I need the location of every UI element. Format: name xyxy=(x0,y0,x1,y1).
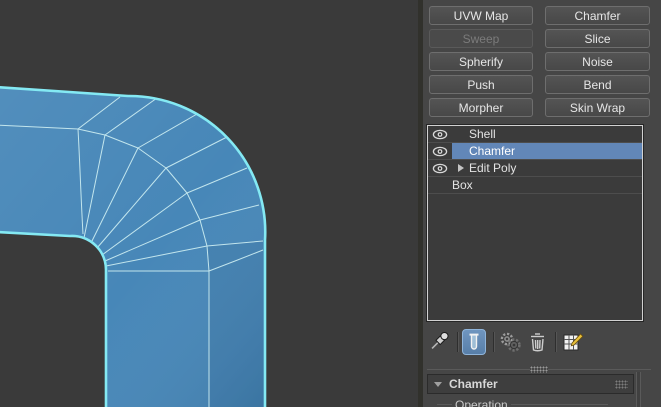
stack-row-box[interactable]: Box xyxy=(428,177,642,194)
splitter-grip-icon[interactable] xyxy=(530,366,548,373)
modifier-name: Shell xyxy=(469,127,496,141)
remove-modifier-icon[interactable] xyxy=(528,331,547,353)
modifier-button-sweep[interactable]: Sweep xyxy=(429,29,533,48)
groupbox-line xyxy=(437,404,452,405)
visibility-eye-icon[interactable] xyxy=(428,160,452,176)
pin-stack-icon[interactable] xyxy=(430,331,451,354)
eye-cell-empty xyxy=(428,177,452,193)
rollout-splitter[interactable] xyxy=(427,366,651,373)
modifier-button-morpher[interactable]: Morpher xyxy=(429,98,533,117)
stack-row-edit-poly[interactable]: Edit Poly xyxy=(428,160,642,177)
modifier-button-slice[interactable]: Slice xyxy=(545,29,650,48)
rollout-header-chamfer[interactable]: Chamfer xyxy=(427,374,634,394)
modifier-stack-list[interactable]: Shell Chamfer Edit Poly Box xyxy=(426,124,644,322)
modifier-button-uvw-map[interactable]: UVW Map xyxy=(429,6,533,25)
groupbox-line xyxy=(511,404,608,405)
stack-row-chamfer[interactable]: Chamfer xyxy=(428,143,642,160)
rollout-drag-grip-icon[interactable] xyxy=(615,379,628,389)
base-object-name: Box xyxy=(452,178,473,192)
expand-arrow-icon[interactable] xyxy=(452,164,469,172)
toolbar-separator xyxy=(457,332,458,352)
modifier-button-chamfer[interactable]: Chamfer xyxy=(545,6,650,25)
show-end-result-icon[interactable] xyxy=(462,329,486,355)
operation-group-label: Operation xyxy=(455,398,508,407)
command-panel: UVW Map Chamfer Sweep Slice Spherify Noi… xyxy=(423,0,661,407)
modifier-button-noise[interactable]: Noise xyxy=(545,52,650,71)
modifier-name: Edit Poly xyxy=(469,161,517,175)
modifier-name: Chamfer xyxy=(469,144,516,158)
stack-toolbar xyxy=(423,328,661,356)
stack-row-shell[interactable]: Shell xyxy=(428,126,642,143)
toolbar-separator xyxy=(493,332,494,352)
make-unique-icon[interactable] xyxy=(498,330,522,354)
panel-scrollbar[interactable] xyxy=(636,372,641,407)
modifier-button-skin-wrap[interactable]: Skin Wrap xyxy=(545,98,650,117)
modifier-button-push[interactable]: Push xyxy=(429,75,533,94)
visibility-eye-icon[interactable] xyxy=(428,126,452,142)
visibility-eye-icon[interactable] xyxy=(428,143,452,159)
rollout-title: Chamfer xyxy=(449,377,498,391)
modifier-button-bend[interactable]: Bend xyxy=(545,75,650,94)
modifier-button-spherify[interactable]: Spherify xyxy=(429,52,533,71)
configure-modifier-sets-icon[interactable] xyxy=(561,331,584,354)
viewport-3d[interactable] xyxy=(0,0,418,407)
toolbar-separator xyxy=(555,332,556,352)
modifier-button-grid: UVW Map Chamfer Sweep Slice Spherify Noi… xyxy=(429,6,650,117)
3dsmax-window: UVW Map Chamfer Sweep Slice Spherify Noi… xyxy=(0,0,661,407)
collapse-arrow-icon xyxy=(434,381,442,387)
